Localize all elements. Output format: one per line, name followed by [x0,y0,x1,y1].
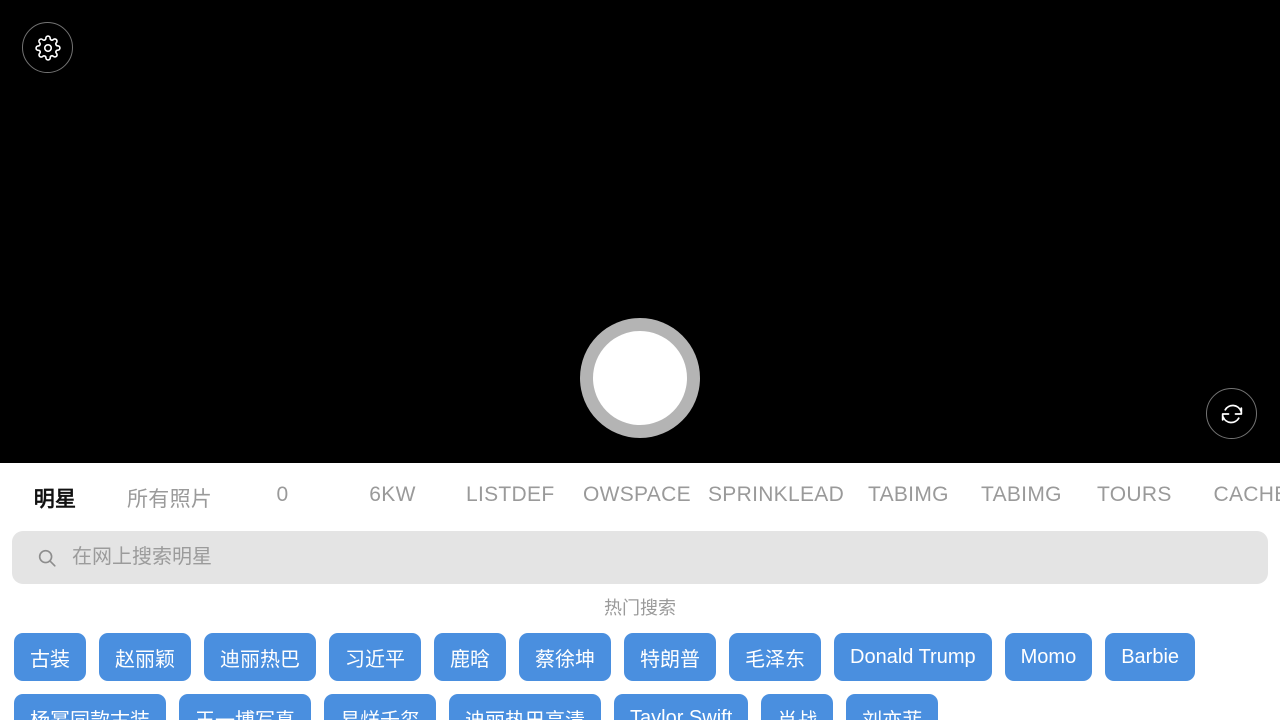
tab-3[interactable]: 6KW [367,483,418,507]
hot-search-chip[interactable]: 刘亦菲 [846,694,939,720]
tab-2[interactable]: 0 [275,483,290,507]
tab-7[interactable]: TABIMG [868,483,948,507]
hot-search-chip[interactable]: Donald Trump [834,633,992,681]
hot-search-chip-list[interactable]: 古装 赵丽颖 迪丽热巴 习近平 鹿晗 蔡徐坤 特朗普 毛泽东 Donald Trump Momo B… [0,633,1280,720]
gear-icon [34,34,61,61]
search-input[interactable] [72,531,1268,584]
hot-search-chip[interactable]: 毛泽东 [729,633,821,681]
camera-preview[interactable] [0,0,1280,463]
tab-5[interactable]: OWSPACE [583,483,691,507]
hot-search-chip[interactable]: 肖战 [761,694,834,720]
shutter-button[interactable] [580,318,700,438]
hot-search-title: 热门搜索 [604,598,676,618]
hot-search-chip[interactable]: 杨幂同款古装 [14,694,166,720]
category-tab-strip[interactable]: 明星 所有照片 0 6KW LISTDEF OWSPACE SPRINKLEAD TABIMG… [0,463,1280,528]
hot-search-chip[interactable]: 赵丽颖 [99,633,191,681]
hot-search-chip[interactable]: 迪丽热巴 [204,633,316,681]
tab-6[interactable]: SPRINKLEAD [708,483,844,507]
hot-search-chip[interactable]: 鹿晗 [434,633,506,681]
settings-button[interactable] [22,22,73,73]
hot-search-chip[interactable]: Momo [1004,633,1093,681]
tab-4[interactable]: LISTDEF [466,483,554,507]
switch-camera-button[interactable] [1206,388,1257,439]
tab-10[interactable]: CACHE [1206,483,1280,507]
hot-search-chip[interactable]: 迪丽热巴高清 [449,694,601,720]
hot-search-chip[interactable]: 习近平 [329,633,421,681]
search-icon [36,547,58,569]
tab-9[interactable]: TOURS [1097,483,1171,507]
shutter-inner-circle [593,331,687,425]
hot-search-chip[interactable]: 古装 [14,633,86,681]
switch-camera-icon [1218,400,1246,428]
search-bar[interactable] [12,531,1268,584]
tab-8[interactable]: TABIMG [981,483,1061,507]
hot-search-chip[interactable]: 易烊千玺 [324,694,436,720]
hot-search-chip[interactable]: Barbie [1105,633,1196,681]
search-sheet: 明星 所有照片 0 6KW LISTDEF OWSPACE SPRINKLEAD TABIMG… [0,463,1280,720]
hot-search-chip[interactable]: 王一博写真 [179,694,311,720]
hot-search-chip[interactable]: 蔡徐坤 [519,633,611,681]
hot-search-chip[interactable]: 特朗普 [624,633,716,681]
hot-search-chip[interactable]: Taylor Swift [614,694,749,720]
camera-search-screen: 明星 所有照片 0 6KW LISTDEF OWSPACE SPRINKLEAD TABIMG… [0,0,1280,720]
tab-0[interactable]: 明星 [32,483,78,513]
tab-1[interactable]: 所有照片 [127,483,212,513]
